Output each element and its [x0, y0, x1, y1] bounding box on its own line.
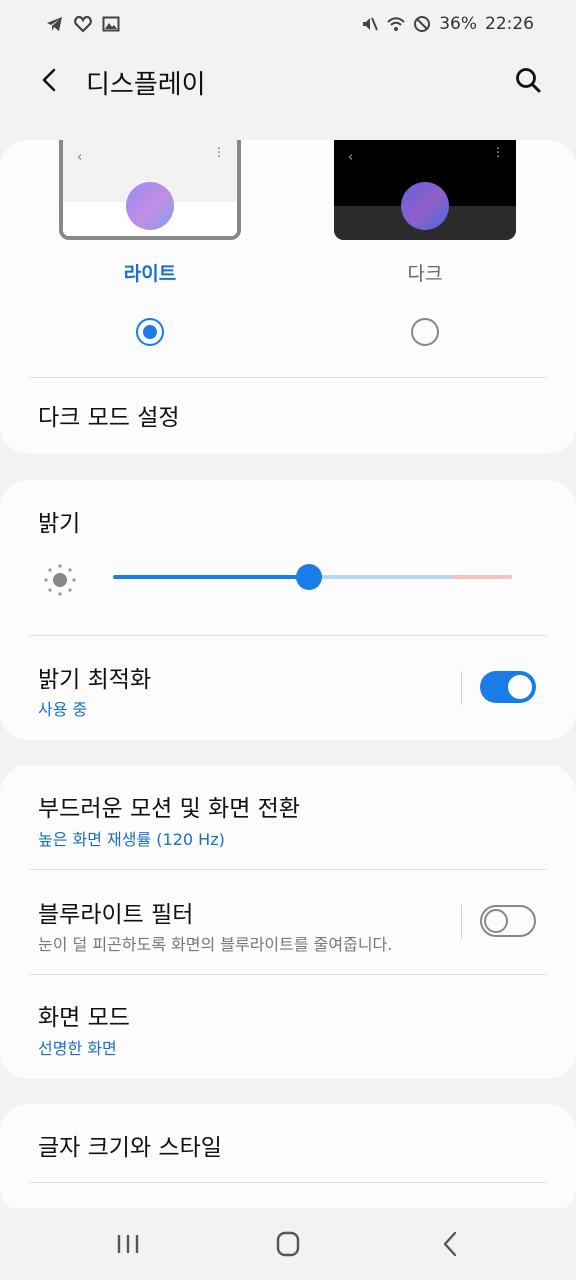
light-theme-label[interactable]: 라이트	[59, 259, 241, 286]
gallery-icon	[102, 16, 120, 32]
screen-mode-sub: 선명한 화면	[38, 1039, 117, 1058]
brightness-slider-fill[interactable]	[113, 575, 309, 579]
brightness-card: 밝기 밝기 최적화 사용 중	[0, 480, 576, 740]
dark-mode-settings-item[interactable]: 다크 모드 설정	[38, 398, 180, 432]
preview-circle	[401, 182, 449, 230]
dark-theme-radio[interactable]	[411, 318, 439, 346]
divider	[30, 1182, 546, 1183]
preview-back-icon: ‹	[77, 150, 83, 165]
status-bar: 36% 22:26	[0, 0, 576, 48]
status-left	[46, 15, 120, 33]
blue-light-filter-toggle[interactable]	[480, 905, 536, 937]
motion-smoothness-title[interactable]: 부드러운 모션 및 화면 전환	[38, 789, 300, 823]
brightness-slider-thumb[interactable]	[296, 564, 322, 590]
adaptive-brightness-title[interactable]: 밝기 최적화	[38, 660, 151, 694]
back-icon[interactable]	[36, 66, 64, 94]
page-title: 디스플레이	[86, 70, 206, 100]
display-options-card: 부드러운 모션 및 화면 전환 높은 화면 재생률 (120 Hz) 블루라이트…	[0, 765, 576, 1079]
font-size-style-item[interactable]: 글자 크기와 스타일	[38, 1128, 222, 1162]
home-icon[interactable]	[273, 1230, 303, 1258]
screen-mode-title[interactable]: 화면 모드	[38, 998, 130, 1032]
vertical-separator	[461, 671, 462, 705]
adaptive-brightness-toggle[interactable]	[480, 671, 536, 703]
preview-back-icon: ‹	[348, 150, 354, 165]
divider	[30, 377, 546, 378]
blue-light-filter-sub: 눈이 덜 피곤하도록 화면의 블루라이트를 줄여줍니다.	[38, 935, 393, 954]
brightness-slider-track[interactable]	[309, 575, 452, 579]
dark-theme-preview[interactable]: ‹ · · ·	[334, 140, 516, 240]
clock-text: 22:26	[485, 14, 534, 34]
divider	[30, 869, 546, 870]
navigation-bar	[0, 1208, 576, 1280]
search-icon[interactable]	[514, 66, 542, 94]
sun-icon	[44, 564, 76, 596]
dnd-icon	[414, 16, 431, 32]
adaptive-brightness-status: 사용 중	[38, 700, 88, 719]
motion-smoothness-sub: 높은 화면 재생률 (120 Hz)	[38, 830, 225, 849]
preview-more-icon: · · ·	[216, 142, 221, 165]
mute-icon	[363, 17, 379, 31]
brightness-title: 밝기	[38, 511, 81, 537]
brightness-slider-extra-track[interactable]	[452, 575, 512, 579]
heart-icon	[74, 15, 92, 33]
theme-card: ‹ · · · ‹ · · · 라이트 다크 다크 모드 설정	[0, 140, 576, 454]
app-header: 디스플레이	[0, 48, 576, 118]
font-card: 글자 크기와 스타일	[0, 1104, 576, 1214]
preview-more-icon: · · ·	[495, 142, 500, 165]
toggle-knob	[484, 909, 508, 933]
dark-theme-label[interactable]: 다크	[334, 259, 516, 286]
telegram-icon	[47, 17, 62, 31]
wifi-icon	[387, 17, 405, 31]
preview-circle	[126, 182, 174, 230]
light-theme-radio[interactable]	[136, 318, 164, 346]
vertical-separator	[461, 905, 462, 939]
nav-back-icon[interactable]	[436, 1230, 466, 1258]
divider	[30, 635, 546, 636]
toggle-knob	[506, 673, 534, 701]
recents-icon[interactable]	[113, 1230, 143, 1258]
status-right: 36% 22:26	[361, 14, 534, 34]
battery-text: 36%	[439, 14, 477, 34]
light-theme-preview[interactable]: ‹ · · ·	[59, 140, 241, 240]
divider	[30, 974, 546, 975]
blue-light-filter-title[interactable]: 블루라이트 필터	[38, 895, 193, 929]
